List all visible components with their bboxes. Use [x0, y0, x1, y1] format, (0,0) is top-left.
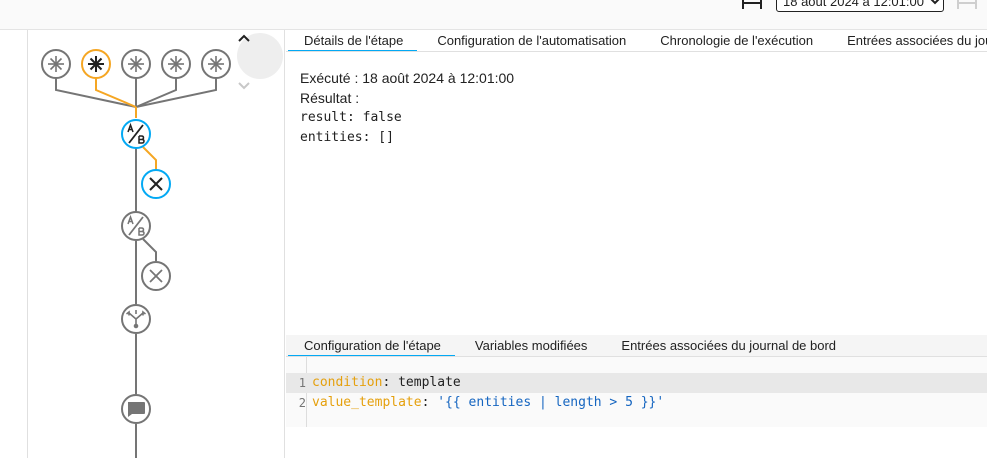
condition-node-1[interactable]	[121, 119, 151, 149]
executed-timestamp: Exécuté : 18 août 2024 à 12:01:00	[300, 70, 515, 86]
entities-line: entities: []	[300, 130, 394, 145]
yaml-value: template	[398, 375, 461, 390]
arrow-expand-horizontal-disabled-icon	[957, 0, 977, 9]
arrow-expand-horizontal-icon[interactable]	[741, 0, 763, 10]
yaml-code-viewer[interactable]: 1 condition: template 2 value_template: …	[286, 357, 987, 427]
choose-node[interactable]	[121, 304, 151, 334]
tab-step-config[interactable]: Configuration de l'étape	[286, 335, 457, 356]
result-line: result: false	[300, 110, 402, 125]
yaml-separator: :	[382, 375, 399, 390]
trace-graph-panel	[27, 30, 285, 458]
tab-logbook-entries[interactable]: Entrées associées du journal de bord	[829, 30, 987, 51]
tab-changed-variables[interactable]: Variables modifiées	[457, 335, 603, 356]
stop-node-1[interactable]	[141, 169, 171, 199]
step-details: Exécuté : 18 août 2024 à 12:01:00 Résult…	[300, 68, 514, 148]
line-number: 1	[298, 376, 306, 390]
trigger-node-1[interactable]	[41, 49, 71, 79]
trigger-node-3[interactable]	[121, 49, 151, 79]
code-line: 1 condition: template	[286, 373, 987, 393]
yaml-value: '{{ entities | length > 5 }}'	[437, 395, 665, 410]
trigger-node-4[interactable]	[161, 49, 191, 79]
trigger-node-2[interactable]	[81, 49, 111, 79]
chevron-down-icon	[238, 82, 250, 90]
result-label: Résultat :	[300, 90, 360, 106]
yaml-key: condition	[312, 375, 383, 390]
previous-step-button[interactable]	[237, 33, 283, 79]
yaml-separator: :	[421, 395, 438, 410]
trigger-node-5[interactable]	[201, 49, 231, 79]
yaml-key: value_template	[312, 395, 422, 410]
trace-tabs: Détails de l'étape Configuration de l'au…	[286, 30, 987, 52]
next-step-button[interactable]	[237, 80, 283, 126]
top-toolbar: 18 août 2024 à 12:01:00	[0, 0, 987, 30]
line-number: 2	[298, 396, 306, 410]
message-node[interactable]	[121, 394, 151, 424]
tab-run-timeline[interactable]: Chronologie de l'exécution	[642, 30, 829, 51]
stop-node-2[interactable]	[141, 261, 171, 291]
chevron-up-icon	[238, 34, 250, 42]
condition-node-2[interactable]	[121, 211, 151, 241]
code-line: 2 value_template: '{{ entities | length …	[286, 393, 987, 413]
run-selector[interactable]: 18 août 2024 à 12:01:00	[776, 0, 944, 12]
tab-automation-config[interactable]: Configuration de l'automatisation	[419, 30, 642, 51]
step-config-tabs: Configuration de l'étape Variables modif…	[286, 335, 987, 357]
tab-step-details[interactable]: Détails de l'étape	[286, 30, 419, 51]
tab-step-logbook[interactable]: Entrées associées du journal de bord	[603, 335, 852, 356]
